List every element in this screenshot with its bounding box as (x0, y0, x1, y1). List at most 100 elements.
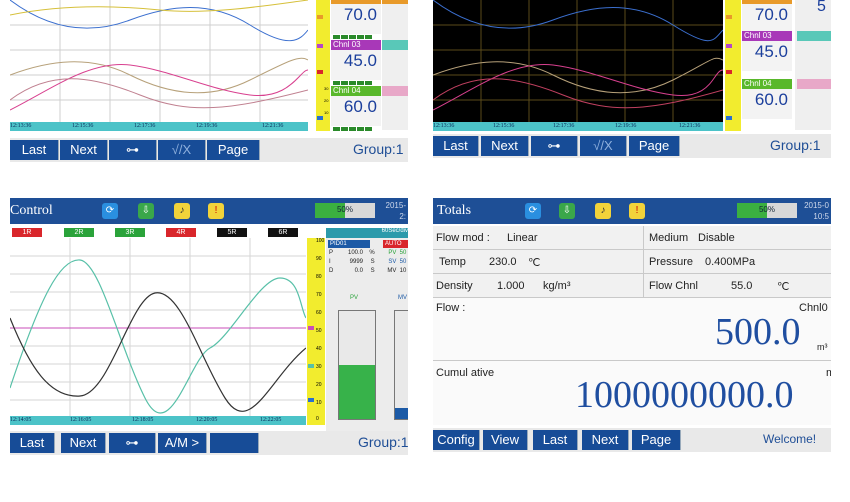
page-button[interactable]: Page (629, 136, 680, 156)
scale-marker (726, 116, 732, 120)
info-value: 1.000 (497, 280, 525, 292)
next-button[interactable]: Next (61, 433, 106, 453)
alarm-icon[interactable]: ! (208, 203, 224, 219)
info-row: Density 1.000 kg/m³ Flow Chnl 55.0 ℃ (433, 274, 831, 298)
time-label: 12:17:36 (134, 123, 156, 129)
page-title: Control (10, 203, 53, 218)
scale-label: 20 (324, 98, 329, 103)
last-button[interactable]: Last (433, 136, 479, 156)
time-rate: 60Sec/div (326, 228, 408, 238)
next-button[interactable]: Next (582, 430, 629, 450)
scale-marker (726, 70, 732, 74)
tab-6r[interactable]: 6R (268, 228, 298, 237)
value-scale: 30 20 10 (316, 0, 330, 131)
time-label: 12:14:05 (10, 417, 32, 423)
tab-5r[interactable]: 5R (217, 228, 247, 237)
config-button[interactable]: Config (433, 430, 480, 450)
scale-label: 10 (324, 110, 329, 115)
last-button[interactable]: Last (10, 140, 59, 160)
time-label: 12:19:36 (615, 123, 637, 129)
time-label: 12:15:36 (493, 123, 515, 129)
tab-1r[interactable]: 1R (12, 228, 42, 237)
pid-row: P 100.0 % PV 50 (329, 250, 407, 256)
scale-marker (317, 116, 323, 120)
bell-icon[interactable]: ♪ (174, 203, 190, 219)
edge-value: 5 (817, 0, 826, 15)
key-icon: ⊶ (125, 435, 139, 450)
last-button[interactable]: Last (10, 433, 55, 453)
channel-value: 45.0 (331, 50, 381, 72)
pv-bar (338, 310, 376, 420)
channel-box: Chnl 04 60.0 (331, 86, 381, 131)
channel-indicators (742, 63, 792, 71)
last-button[interactable]: Last (533, 430, 578, 450)
time-label: 12:16:05 (70, 417, 92, 423)
key-button[interactable]: ⊶ (109, 433, 156, 453)
scale-marker (317, 70, 323, 74)
key-button[interactable]: ⊶ (531, 136, 578, 156)
scale-label: 30 (316, 364, 322, 370)
key-button[interactable]: ⊶ (109, 140, 157, 160)
time-label: 12:15:36 (72, 123, 94, 129)
scale-label: 20 (316, 382, 322, 388)
channel-indicators (742, 111, 792, 119)
scale-marker (726, 44, 732, 48)
date-label: 2015- (385, 201, 406, 210)
channel-indicators (331, 72, 381, 85)
control-chart (10, 238, 306, 416)
time-label: 12:19:36 (196, 123, 218, 129)
channel-box: 70.0 (331, 0, 381, 39)
channel-box: Chnl 03 45.0 (331, 40, 381, 85)
scale-label: 80 (316, 274, 322, 280)
usb-icon[interactable]: ⇩ (138, 203, 154, 219)
scale-label: 30 (324, 86, 329, 91)
scale-label: 60 (316, 310, 322, 316)
view-button[interactable]: View (483, 430, 528, 450)
title-bar: Totals ⟳ ⇩ ♪ ! 50% 2015-0 10:5 (433, 198, 831, 224)
datetime: 2015-0 10:5 (804, 200, 829, 222)
bell-icon[interactable]: ♪ (595, 203, 611, 219)
pid-panel: 60Sec/div PID01 AUTO P 100.0 % PV 50 I 9999… (326, 228, 408, 433)
value-scale: 100 90 80 70 60 50 40 30 20 10 0 (307, 238, 325, 425)
channel-box: Chnl 04 60.0 (742, 79, 792, 119)
refresh-icon[interactable]: ⟳ (525, 203, 541, 219)
tab-4r[interactable]: 4R (166, 228, 196, 237)
trend-panel-dark: 12:13:36 12:15:36 12:17:36 12:19:36 12:2… (433, 0, 831, 162)
tab-2r[interactable]: 2R (64, 228, 94, 237)
next-button[interactable]: Next (481, 136, 529, 156)
totals-panel: Totals ⟳ ⇩ ♪ ! 50% 2015-0 10:5 Flow mod … (433, 198, 831, 460)
info-label: Pressure (649, 256, 694, 268)
scale-marker (308, 398, 314, 402)
pv-level (339, 365, 375, 419)
time-label: 12:21:36 (679, 123, 701, 129)
alarm-icon[interactable]: ! (629, 203, 645, 219)
usb-icon[interactable]: ⇩ (559, 203, 575, 219)
check-button[interactable]: √/X (158, 140, 206, 160)
check-button[interactable]: √/X (580, 136, 627, 156)
info-unit: ℃ (528, 257, 541, 269)
info-row: Temp 230.0 ℃ Pressure 0.400MPa (433, 250, 831, 274)
value-scale (725, 0, 741, 131)
auto-manual-button[interactable]: A/M > (158, 433, 207, 453)
page-button[interactable]: Page (632, 430, 681, 450)
flow-section: Flow : Chnl0 500.0 m³ (433, 298, 831, 361)
scale-marker (317, 44, 323, 48)
progress-label: 50% (336, 205, 353, 214)
time-label: 10:5 (813, 212, 829, 221)
info-label: Density (436, 280, 473, 292)
tab-3r[interactable]: 3R (115, 228, 145, 237)
channel-name: Chnl 04 (331, 86, 381, 96)
mode-badge[interactable]: AUTO (383, 240, 408, 248)
scale-label: 10 (316, 400, 322, 406)
page-button[interactable]: Page (207, 140, 260, 160)
refresh-icon[interactable]: ⟳ (102, 203, 118, 219)
channel-box: Chnl 03 45.0 (742, 31, 792, 71)
channel-value: 70.0 (331, 4, 381, 26)
scale-marker (308, 326, 314, 330)
channel-name: Chnl 04 (742, 79, 792, 89)
next-button[interactable]: Next (60, 140, 108, 160)
time-label: 12:17:36 (553, 123, 575, 129)
blank-button[interactable] (210, 433, 259, 453)
button-bar: Last Next ⊶ √/X Page Group:1 (433, 134, 831, 158)
time-axis: 12:14:05 12:16:05 12:18:05 12:20:05 12:2… (10, 416, 306, 425)
